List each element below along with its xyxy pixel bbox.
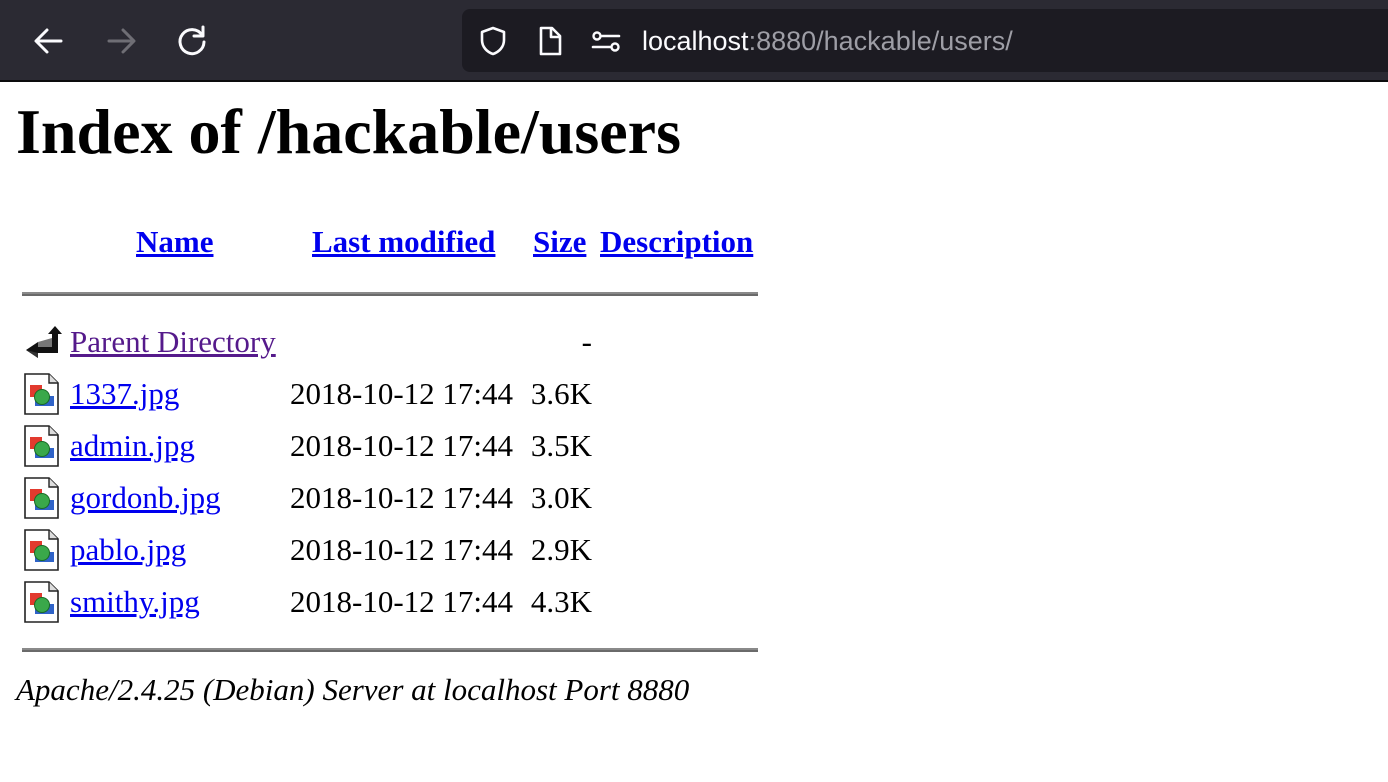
file-size: 3.6K — [530, 376, 592, 411]
file-row: pablo.jpg 2018-10-12 17:44 2.9K — [0, 526, 800, 576]
back-button[interactable] — [29, 21, 69, 61]
file-row: admin.jpg 2018-10-12 17:44 3.5K — [0, 422, 800, 472]
file-modified: 2018-10-12 17:44 — [290, 376, 514, 411]
column-header-last-modified[interactable]: Last modified — [312, 222, 495, 262]
column-header-description[interactable]: Description — [600, 222, 753, 262]
reload-button[interactable] — [172, 21, 212, 61]
permissions-icon[interactable] — [590, 25, 622, 57]
file-size: 3.5K — [530, 428, 592, 463]
header-divider — [22, 292, 758, 296]
file-modified: 2018-10-12 17:44 — [290, 428, 514, 463]
file-row: gordonb.jpg 2018-10-12 17:44 3.0K — [0, 474, 800, 524]
file-size: 2.9K — [530, 532, 592, 567]
file-modified: 2018-10-12 17:44 — [290, 480, 514, 515]
file-link[interactable]: admin.jpg — [70, 426, 195, 466]
footer-divider — [22, 648, 758, 652]
column-header-size[interactable]: Size — [533, 222, 586, 262]
url-text[interactable]: localhost:8880/hackable/users/ — [642, 22, 1013, 60]
page-content: Index of /hackable/users Name Last modif… — [0, 82, 1388, 782]
image-file-icon — [22, 424, 62, 468]
server-signature: Apache/2.4.25 (Debian) Server at localho… — [16, 672, 690, 707]
image-file-icon — [22, 372, 62, 416]
arrow-left-icon — [34, 28, 63, 54]
back-folder-icon — [22, 320, 62, 364]
file-size: 4.3K — [530, 584, 592, 619]
file-modified: 2018-10-12 17:44 — [290, 532, 514, 567]
address-bar[interactable]: localhost:8880/hackable/users/ — [462, 9, 1388, 72]
file-link[interactable]: pablo.jpg — [70, 530, 186, 570]
file-size: 3.0K — [530, 480, 592, 515]
image-file-icon — [22, 476, 62, 520]
file-row: smithy.jpg 2018-10-12 17:44 4.3K — [0, 578, 800, 628]
column-header-name[interactable]: Name — [136, 222, 213, 262]
image-file-icon — [22, 528, 62, 572]
image-file-icon — [22, 580, 62, 624]
file-link[interactable]: smithy.jpg — [70, 582, 200, 622]
page-icon[interactable] — [534, 25, 566, 57]
file-size: - — [581, 324, 592, 359]
reload-icon — [178, 25, 206, 56]
shield-icon[interactable] — [477, 25, 509, 57]
parent-directory-row: Parent Directory - — [0, 318, 800, 368]
file-modified: 2018-10-12 17:44 — [290, 584, 514, 619]
url-path: :8880/hackable/users/ — [748, 26, 1013, 56]
arrow-right-icon — [107, 28, 136, 54]
page-title: Index of /hackable/users — [16, 96, 681, 167]
browser-toolbar: localhost:8880/hackable/users/ — [0, 0, 1388, 82]
file-row: 1337.jpg 2018-10-12 17:44 3.6K — [0, 370, 800, 420]
parent-directory-link[interactable]: Parent Directory — [70, 322, 276, 362]
file-link[interactable]: gordonb.jpg — [70, 478, 221, 518]
forward-button[interactable] — [101, 21, 141, 61]
file-link[interactable]: 1337.jpg — [70, 374, 179, 414]
url-host: localhost — [642, 26, 749, 56]
